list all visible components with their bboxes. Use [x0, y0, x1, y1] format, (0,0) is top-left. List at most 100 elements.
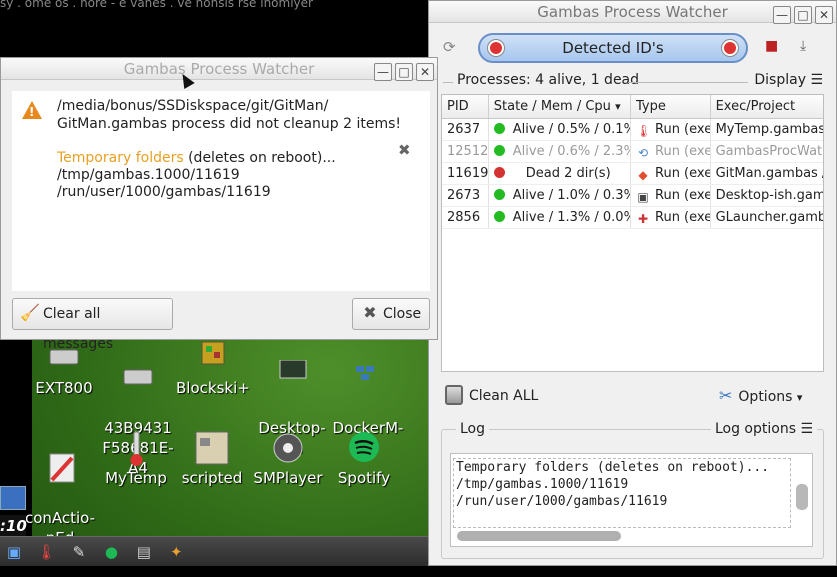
type-cell: ⟲Run (exe): [631, 141, 711, 162]
type-cell: ✚Run (exe): [631, 207, 711, 228]
minimize-button[interactable]: —: [374, 63, 392, 81]
git-icon: ◆: [638, 168, 648, 182]
log-panel: Log Log options ☰ Temporary folders (del…: [441, 421, 824, 559]
drive-icon: [123, 369, 153, 385]
processes-summary: Processes: 4 alive, 1 dead: [457, 72, 640, 88]
exec-cell: GLauncher.gamba: [715, 210, 823, 225]
pid-cell: 2856: [442, 207, 489, 228]
table-scrollbar[interactable]: [822, 186, 836, 372]
table-row[interactable]: 2856 Alive / 1.3% / 0.0% ✚Run (exe) GLau…: [442, 207, 823, 229]
desktop-top-area: sy . ome os . nore - e vanes . ve nonsis…: [0, 0, 440, 62]
options-button[interactable]: ✂ Options ▾: [719, 385, 802, 409]
dead-status-icon: [493, 167, 505, 178]
alive-status-icon: [493, 123, 505, 134]
cleanup-message-dialog: Gambas Process Watcher — □ ✕ ! /media/bonu…: [0, 57, 438, 352]
column-header[interactable]: PID: [442, 95, 489, 118]
flag-icon: [488, 40, 504, 56]
dialog-title: Gambas Process Watcher: [123, 60, 315, 78]
desktop-icon-mytemp[interactable]: MyTemp: [100, 430, 172, 488]
pencil-icon: [49, 453, 75, 483]
process-watcher-icon: ⟲: [637, 146, 649, 160]
desktop-icon-label: SMPlayer: [253, 469, 323, 487]
desktop-app-icon: ▣: [637, 190, 649, 204]
log-textarea[interactable]: Temporary folders (deletes on reboot)...…: [450, 453, 813, 547]
table-row[interactable]: 11619 Dead 2 dir(s) ◆Run (exe) GitMan.ga…: [442, 163, 823, 185]
table-row[interactable]: 2637 Alive / 0.5% / 0.1% 🌡Run (exe) MyTe…: [442, 119, 823, 141]
table-header: PID State / Mem / Cpu ▾ Type Exec/Projec…: [442, 95, 823, 119]
column-header[interactable]: Exec/Project: [711, 95, 823, 118]
detected-ids-bar: ⟳ Detected ID's ■ ⤓: [443, 33, 823, 63]
left-panel-widget[interactable]: [0, 486, 26, 510]
close-button[interactable]: ✖ Close: [352, 298, 430, 330]
blocks-icon: [201, 341, 225, 365]
clear-all-messages-button[interactable]: 🧹 Clear all messages: [12, 298, 173, 352]
docker-icon: [356, 366, 374, 380]
taskbar-launcher-icon[interactable]: ▣: [3, 541, 25, 563]
taskbar-pencil-icon[interactable]: ✎: [68, 541, 90, 563]
type-cell: 🌡Run (exe): [631, 119, 711, 140]
state-cell: Alive / 0.6% / 2.3%: [489, 141, 631, 162]
pid-cell: 12512: [442, 141, 489, 162]
table-row[interactable]: 2673 Alive / 1.0% / 0.3% ▣Run (exe) Desk…: [442, 185, 823, 207]
type-cell: ▣Run (exe): [631, 185, 711, 206]
taskbar-fish-icon[interactable]: ✦: [165, 541, 187, 563]
alive-status-icon: [493, 145, 505, 156]
dialog-titlebar[interactable]: Gambas Process Watcher — □ ✕: [1, 58, 437, 81]
processes-header: Processes: 4 alive, 1 dead Display ☰: [443, 72, 823, 92]
spotify-icon: [349, 432, 379, 462]
broom-icon: 🧹: [20, 303, 40, 322]
maximize-button[interactable]: □: [395, 63, 413, 81]
script-icon: [195, 431, 229, 465]
log-text: Temporary folders (deletes on reboot)...…: [453, 458, 791, 528]
dismiss-message-icon[interactable]: ✖: [398, 141, 411, 159]
tools-icon: ✂: [719, 386, 733, 405]
pid-cell: 2637: [442, 119, 489, 140]
close-window-button[interactable]: ✕: [815, 6, 833, 24]
desktop-icon-smplayer[interactable]: SMPlayer: [252, 430, 324, 488]
table-row[interactable]: 12512 Alive / 0.6% / 2.3% ⟲Run (exe) Gam…: [442, 141, 823, 163]
pid-cell: 11619: [442, 163, 489, 184]
exec-cell: GambasProcWatc: [715, 144, 823, 159]
stop-icon[interactable]: ■: [765, 38, 785, 58]
column-header[interactable]: State / Mem / Cpu ▾: [489, 95, 631, 118]
taskbar-monitor-icon[interactable]: ▤: [133, 541, 155, 563]
path-line: /run/user/1000/gambas/11619: [57, 184, 271, 200]
thermometer-icon: 🌡: [636, 124, 652, 138]
launcher-icon: ✚: [637, 212, 649, 226]
detected-ids-toggle[interactable]: Detected ID's: [478, 33, 748, 63]
log-horizontal-scrollbar[interactable]: [457, 531, 621, 541]
message-line: /media/bonus/SSDiskspace/git/GitMan/: [57, 98, 329, 114]
maximize-button[interactable]: □: [794, 6, 812, 24]
desktop-top-text: sy . ome os . nore - e vanes . ve nonsis…: [0, 0, 313, 10]
download-icon[interactable]: ⤓: [800, 38, 820, 58]
state-cell: Alive / 1.3% / 0.0%: [489, 207, 631, 228]
watcher-titlebar[interactable]: Gambas Process Watcher — □ ✕: [429, 1, 836, 24]
desktop-icon-spotify[interactable]: Spotify: [328, 430, 400, 488]
trash-icon: [445, 385, 463, 405]
desktop-icon-conactioned[interactable]: conActio- nEd: [24, 430, 96, 548]
desktop-icon-label: Spotify: [337, 469, 391, 487]
desktop-icon-blockski[interactable]: Blockski+: [176, 340, 250, 398]
type-cell: ◆Run (exe): [631, 163, 711, 184]
clean-all-button[interactable]: Clean ALL: [445, 385, 538, 407]
process-table: PID State / Mem / Cpu ▾ Type Exec/Projec…: [441, 94, 824, 372]
desktop-icon-label: EXT800: [35, 379, 93, 397]
minimize-button[interactable]: —: [773, 6, 791, 24]
log-vertical-scrollbar[interactable]: [796, 484, 808, 510]
smplayer-icon: [273, 433, 303, 463]
close-window-button[interactable]: ✕: [416, 63, 434, 81]
chevron-down-icon: ▾: [796, 391, 803, 404]
desktop-icon-scripted[interactable]: scripted: [176, 430, 248, 488]
alive-status-icon: [493, 189, 505, 200]
window-title: Gambas Process Watcher: [537, 3, 728, 21]
desktop-app-icon: [279, 360, 307, 379]
column-header[interactable]: Type: [631, 95, 711, 118]
taskbar-thermometer-icon[interactable]: 🌡: [35, 541, 57, 563]
taskbar-spotify-icon[interactable]: ●: [100, 541, 122, 563]
refresh-icon[interactable]: ⟳: [443, 38, 463, 58]
exec-cell: GitMan.gambas /: [715, 166, 823, 181]
display-menu[interactable]: Display ☰: [754, 72, 823, 88]
desktop-icon-label: scripted: [181, 469, 243, 487]
state-cell: Alive / 1.0% / 0.3%: [489, 185, 631, 206]
log-options-menu[interactable]: Log options ☰: [710, 421, 817, 437]
